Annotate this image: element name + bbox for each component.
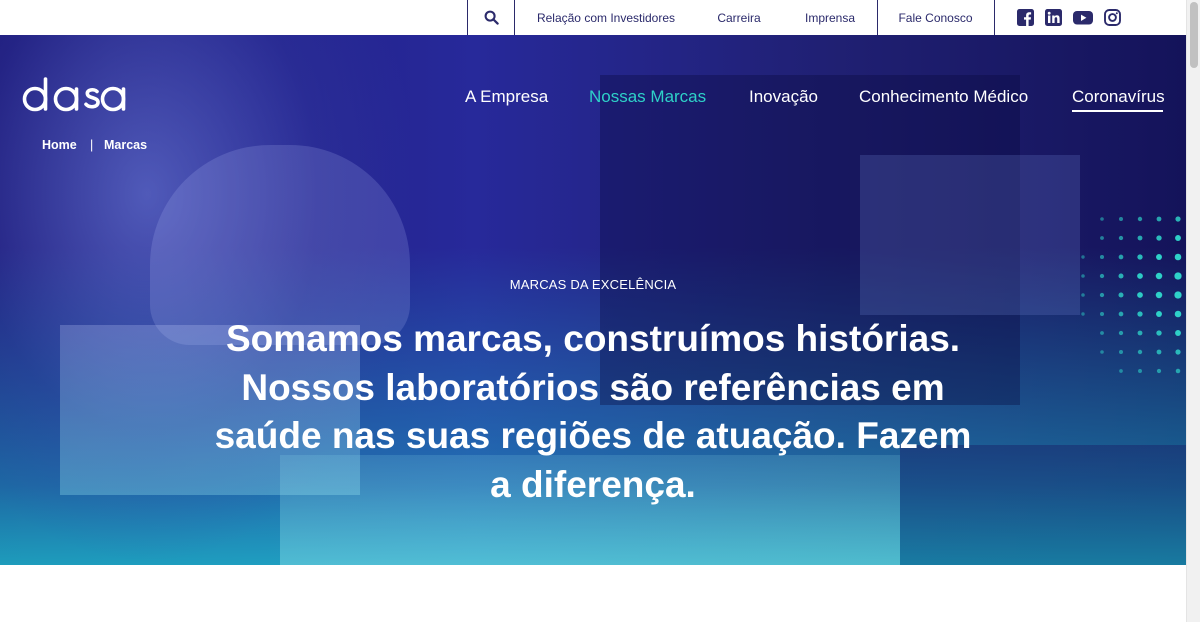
decorative-dot bbox=[1119, 369, 1123, 373]
decorative-dot bbox=[1118, 254, 1124, 260]
utility-bar: Relação com Investidores Carreira Impren… bbox=[0, 0, 1186, 35]
decorative-dot bbox=[1174, 291, 1182, 299]
nav-item-a-empresa[interactable]: A Empresa bbox=[465, 87, 548, 107]
decorative-dot bbox=[1099, 292, 1105, 298]
link-careers[interactable]: Carreira bbox=[708, 0, 770, 35]
headline-line: saúde nas suas regiões de atuação. Fazem bbox=[214, 415, 972, 456]
decorative-dot bbox=[1175, 349, 1181, 355]
nav-item-inovacao[interactable]: Inovação bbox=[749, 87, 818, 107]
decorative-dot bbox=[1119, 350, 1123, 354]
nav-item-nossas-marcas[interactable]: Nossas Marcas bbox=[589, 87, 706, 107]
decorative-dot bbox=[1081, 312, 1085, 316]
decorative-dot bbox=[1119, 217, 1123, 221]
decorative-dot bbox=[1156, 330, 1162, 336]
decorative-dot bbox=[1118, 292, 1124, 298]
decorative-dot bbox=[1138, 369, 1142, 373]
hero-eyebrow: MARCAS DA EXCELÊNCIA bbox=[509, 277, 677, 292]
scrollbar-thumb[interactable] bbox=[1190, 2, 1198, 68]
instagram-icon[interactable] bbox=[1104, 9, 1121, 26]
decorative-dot-pattern bbox=[1081, 216, 1182, 374]
decorative-dot bbox=[1100, 236, 1104, 240]
decorative-dot bbox=[1100, 331, 1104, 335]
decorative-dot bbox=[1081, 293, 1085, 297]
decorative-dot bbox=[1099, 254, 1105, 260]
decorative-dot bbox=[1099, 311, 1105, 317]
nav-underline bbox=[1072, 110, 1163, 112]
divider bbox=[994, 0, 995, 35]
decorative-dot bbox=[1174, 310, 1182, 318]
facebook-icon[interactable] bbox=[1017, 9, 1034, 26]
decorative-dot bbox=[1155, 291, 1163, 299]
linkedin-icon[interactable] bbox=[1045, 9, 1062, 26]
headline-line: Nossos laboratórios são referências em bbox=[241, 366, 945, 408]
decorative-dot bbox=[1156, 254, 1162, 260]
divider bbox=[877, 0, 878, 35]
search-icon bbox=[484, 10, 499, 25]
decorative-dot bbox=[1137, 216, 1143, 222]
decorative-dot bbox=[1156, 216, 1162, 222]
decorative-dot bbox=[1174, 253, 1182, 261]
decorative-dot bbox=[1156, 311, 1162, 317]
search-button[interactable] bbox=[468, 0, 514, 35]
decorative-dot bbox=[1137, 349, 1143, 355]
dasa-logo[interactable] bbox=[22, 75, 126, 115]
breadcrumb-current: Marcas bbox=[104, 138, 148, 152]
decorative-dot bbox=[1118, 311, 1124, 317]
decorative-dot bbox=[1081, 255, 1085, 259]
decorative-dot bbox=[1156, 368, 1162, 374]
decorative-dot bbox=[1137, 254, 1143, 260]
decorative-dot bbox=[1175, 216, 1181, 222]
decorative-dot bbox=[1156, 349, 1162, 355]
scrollbar[interactable] bbox=[1186, 0, 1200, 622]
decorative-dot bbox=[1175, 368, 1181, 374]
decorative-dot bbox=[1100, 350, 1104, 354]
nav-item-conhecimento-medico[interactable]: Conhecimento Médico bbox=[859, 87, 1028, 107]
decorative-dot bbox=[1100, 217, 1104, 221]
decorative-dot bbox=[1137, 311, 1143, 317]
decorative-dot bbox=[1137, 235, 1143, 241]
link-contact[interactable]: Fale Conosco bbox=[888, 0, 983, 35]
decorative-dot bbox=[1156, 235, 1162, 241]
breadcrumb-home[interactable]: Home bbox=[42, 138, 77, 152]
link-press[interactable]: Imprensa bbox=[796, 0, 864, 35]
youtube-icon[interactable] bbox=[1073, 9, 1093, 26]
decorative-dot bbox=[1118, 235, 1124, 241]
decorative-dot bbox=[1175, 330, 1181, 336]
decorative-dot bbox=[1175, 235, 1181, 241]
hero-banner: A Empresa Nossas Marcas Inovação Conheci… bbox=[0, 35, 1186, 565]
nav-item-coronavirus[interactable]: Coronavírus bbox=[1072, 87, 1165, 107]
headline-line: Somamos marcas, construímos histórias. bbox=[225, 318, 961, 359]
breadcrumb-separator: | bbox=[90, 138, 94, 152]
divider bbox=[514, 0, 515, 35]
headline-line: a diferença. bbox=[490, 463, 696, 505]
decorative-dot bbox=[1118, 330, 1124, 336]
decorative-dot bbox=[1137, 330, 1143, 336]
link-investor-relations[interactable]: Relação com Investidores bbox=[526, 0, 686, 35]
decorative-dot bbox=[1137, 292, 1143, 298]
hero-headline: Somamos marcas, construímos histórias. N… bbox=[183, 315, 1003, 509]
